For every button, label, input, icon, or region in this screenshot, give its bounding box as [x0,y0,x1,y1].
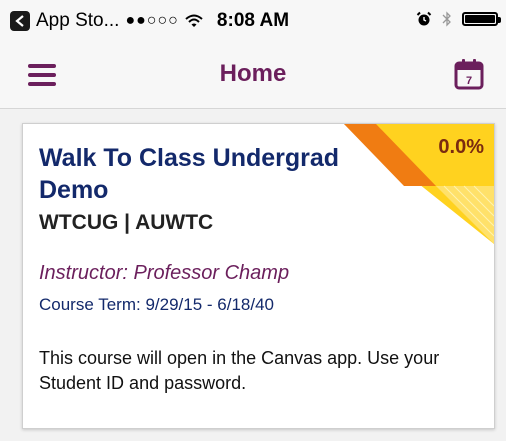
course-term: Course Term: 9/29/15 - 6/18/40 [39,295,274,314]
bluetooth-icon [442,11,451,27]
calendar-icon[interactable]: 7 [454,58,484,90]
calendar-day-number: 7 [466,75,472,87]
nav-header: Home 7 [0,44,506,109]
course-notice: This course will open in the Canvas app.… [39,348,440,393]
course-name: Walk To Class Undergrad Demo [39,144,340,204]
alarm-icon [416,11,432,26]
course-progress: 0.0% [438,136,484,158]
course-code: WTCUG | AUWTC [39,211,214,234]
battery-icon [462,12,501,26]
status-bar: App Sto... ●●○○○ 8:08 AM [0,0,506,44]
status-right [416,11,501,27]
page-title: Home [219,60,287,87]
course-card[interactable]: 0.0% Walk To Class Undergrad Demo WTCUG … [22,123,495,429]
course-instructor: Instructor: Professor Champ [39,262,290,284]
